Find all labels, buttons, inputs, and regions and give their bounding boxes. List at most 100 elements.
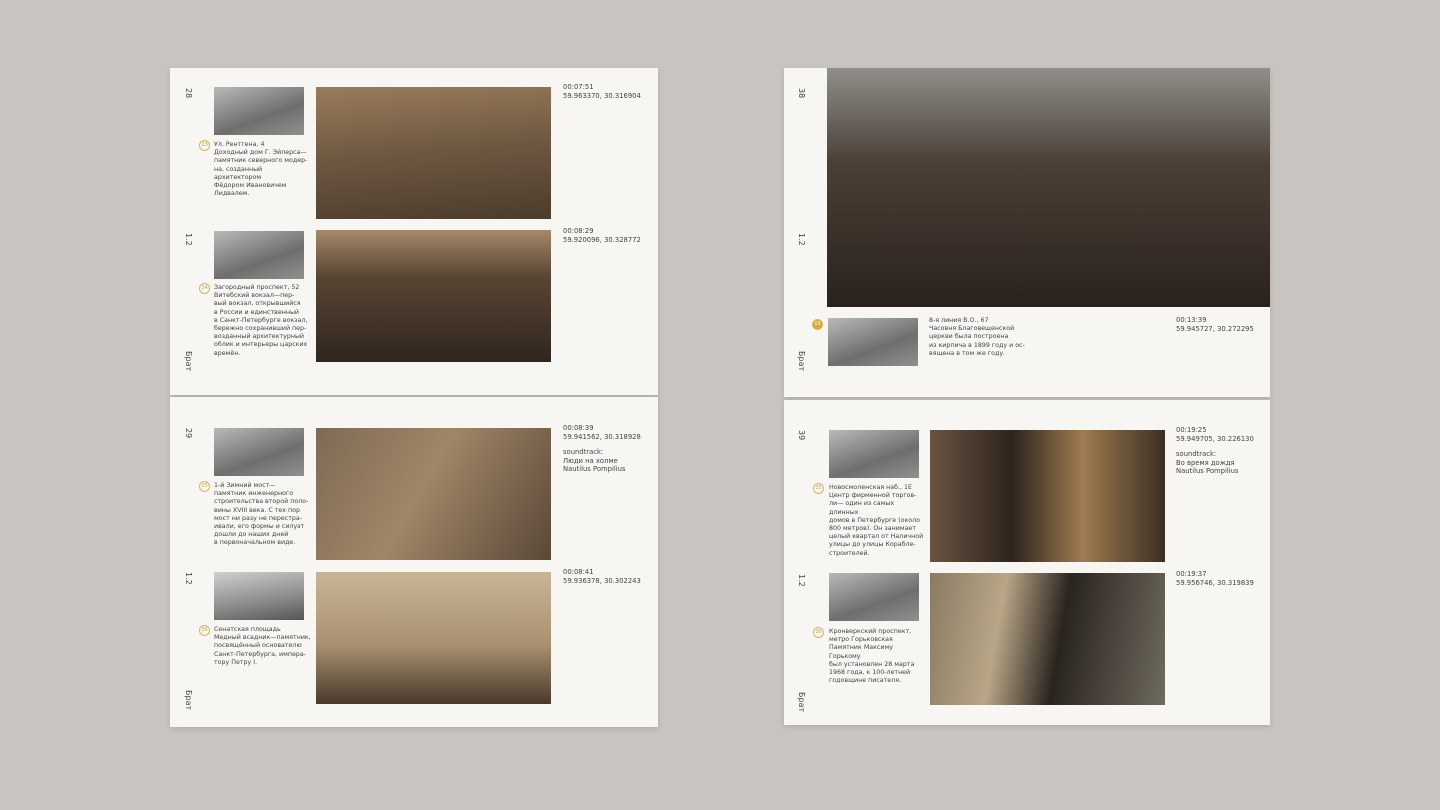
film-still-photo — [316, 572, 551, 704]
address: Новосмоленская наб., 1Е — [829, 484, 912, 491]
location-description: Кронверкский проспект, метро Горьковская… — [829, 628, 924, 685]
coordinates: 59.963370, 30.316904 — [563, 91, 641, 100]
soundtrack-label: soundtrack: — [563, 448, 604, 456]
coordinates: 59.941562, 30.318928 — [563, 432, 641, 441]
page-38: 38 1.2 Брат 15 8-я линия В.О., 67 Часовн… — [784, 68, 1270, 397]
desc-line: Лидвалем. — [214, 190, 250, 198]
scene-meta: 00:13:39 59.945727, 30.272295 — [1176, 316, 1254, 333]
film-still-photo-large — [827, 68, 1270, 307]
desc-line: домов в Петербурге (около — [829, 516, 921, 524]
book-title: Брат — [184, 690, 193, 711]
desc-line: метро Горьковская — [829, 636, 893, 644]
song-artist: Nautilus Pompilius — [563, 465, 626, 473]
film-still-photo — [316, 428, 551, 560]
page-39: 39 1.2 Брат 35 Новосмоленская наб., 1Е Ц… — [784, 400, 1270, 725]
thumbnail-photo — [214, 428, 304, 476]
film-still-photo — [930, 430, 1165, 562]
timecode: 00:08:29 — [563, 227, 594, 235]
location-badge: 26 — [199, 625, 210, 636]
section-label: 1.2 — [184, 233, 193, 246]
desc-line: бережно сохранивший пер- — [214, 325, 307, 333]
desc-line: на, созданный архитектором — [214, 165, 263, 181]
film-still-photo — [930, 573, 1165, 705]
desc-line: вящена в том же году. — [929, 349, 1006, 357]
desc-line: 1968 года, к 100-летней — [829, 669, 911, 677]
desc-line: был установлен 28 марта — [829, 660, 915, 668]
address: Ул. Рентгена, 4 — [214, 141, 265, 148]
thumbnail-photo — [214, 231, 304, 279]
desc-line: памятник северного модер- — [214, 157, 308, 165]
coordinates: 59.949705, 30.226130 — [1176, 434, 1254, 443]
thumbnail-photo — [828, 318, 918, 366]
address: 8-я линия В.О., 67 — [929, 317, 989, 324]
desc-line: дошли до наших дней — [214, 531, 289, 539]
thumbnail-photo — [829, 573, 919, 621]
scene-meta: 00:07:51 59.963370, 30.316904 — [563, 83, 641, 100]
page-28: 28 1.2 Брат 23 Ул. Рентгена, 4 Доходный … — [170, 68, 658, 395]
thumbnail-photo — [829, 430, 919, 478]
location-description: Сенатская площадь Медный всадник—памятни… — [214, 626, 314, 667]
desc-line: ли— один из самых длинных — [829, 500, 895, 516]
desc-line: посвящённый основателю — [214, 642, 302, 650]
film-still-photo — [316, 87, 551, 219]
coordinates: 59.945727, 30.272295 — [1176, 324, 1254, 333]
location-badge: 15 — [812, 319, 823, 330]
thumbnail-photo — [214, 87, 304, 135]
address: Кронверкский проспект, — [829, 628, 912, 635]
location-badge: 25 — [199, 481, 210, 492]
page-number: 28 — [184, 88, 193, 99]
page-number: 39 — [797, 430, 806, 441]
desc-line: Доходный дом Г. Эйлерса— — [214, 149, 307, 157]
desc-line: 800 метров). Он занимает — [829, 525, 916, 533]
coordinates: 59.920096, 30.328772 — [563, 235, 641, 244]
book-title: Брат — [184, 351, 193, 372]
song-title: Во время дождя — [1176, 458, 1235, 467]
desc-line: Центр фирменной торгов- — [829, 492, 917, 500]
desc-line: времён. — [214, 349, 241, 357]
location-description: Загородный проспект, 52 Витебский вокзал… — [214, 284, 309, 358]
address: Сенатская площадь — [214, 626, 281, 633]
timecode: 00:08:41 — [563, 568, 594, 576]
timecode: 00:19:25 — [1176, 426, 1207, 434]
location-badge: 35 — [813, 483, 824, 494]
desc-line: вый вокзал, открывшийся — [214, 300, 301, 308]
scene-meta: 00:08:39 59.941562, 30.318928 soundtrack… — [563, 424, 641, 474]
desc-line: Фёдором Ивановичем — [214, 182, 287, 190]
section-label: 1.2 — [797, 574, 806, 587]
page-number: 38 — [797, 88, 806, 99]
timecode: 00:08:39 — [563, 424, 594, 432]
section-label: 1.2 — [797, 233, 806, 246]
page-29: 29 1.2 Брат 25 1-й Зимний мост— памятник… — [170, 397, 658, 727]
section-label: 1.2 — [184, 572, 193, 585]
soundtrack-label: soundtrack: — [1176, 450, 1217, 458]
desc-line: вины XVIII века. С тех пор — [214, 506, 300, 514]
scene-meta: 00:08:29 59.920096, 30.328772 — [563, 227, 641, 244]
address: Загородный проспект, 52 — [214, 284, 300, 291]
address: 1-й Зимний мост— — [214, 482, 276, 489]
book-title: Брат — [797, 692, 806, 713]
location-badge: 36 — [813, 627, 824, 638]
desc-line: Санкт-Петербурга, импера- — [214, 650, 307, 658]
thumbnail-photo — [214, 572, 304, 620]
page-number: 29 — [184, 428, 193, 439]
scene-meta: 00:19:37 59.956746, 30.319839 — [1176, 570, 1254, 587]
song-artist: Nautilus Pompilius — [1176, 467, 1239, 475]
coordinates: 59.936378, 30.302243 — [563, 576, 641, 585]
desc-line: мост ни разу не перестра- — [214, 514, 302, 522]
location-description: Ул. Рентгена, 4 Доходный дом Г. Эйлерса—… — [214, 141, 309, 198]
desc-line: улицы до улицы Корабле- — [829, 541, 916, 549]
desc-line: строительства второй поло- — [214, 498, 309, 506]
location-description: Новосмоленская наб., 1Е Центр фирменной … — [829, 484, 924, 558]
book-title: Брат — [797, 351, 806, 372]
desc-line: церкви была построена — [929, 333, 1009, 341]
desc-line: Памятник Максиму Горькому — [829, 644, 893, 660]
desc-line: в первоначальном виде. — [214, 539, 296, 547]
scene-meta: 00:08:41 59.936378, 30.302243 — [563, 568, 641, 585]
desc-line: в Санкт-Петербурге вокзал, — [214, 316, 308, 324]
song-title: Люди на холме — [563, 456, 618, 465]
location-badge: 23 — [199, 140, 210, 151]
desc-line: ивали, его формы и силуэт — [214, 523, 305, 531]
desc-line: в России и единственный — [214, 308, 300, 316]
desc-line: строителей. — [829, 549, 870, 557]
desc-line: облик и интерьеры царских — [214, 341, 308, 349]
